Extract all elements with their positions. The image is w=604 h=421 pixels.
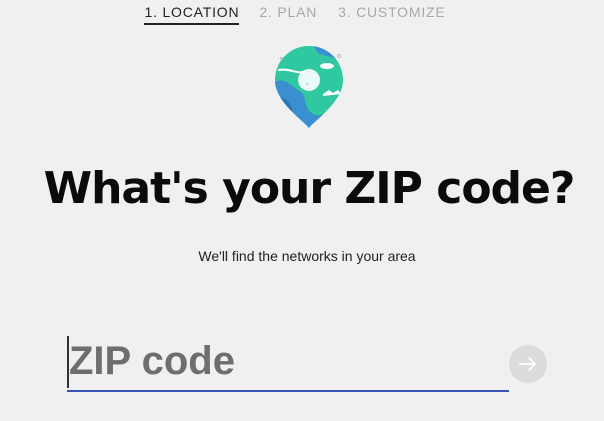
page-subtitle: We'll find the networks in your area <box>198 248 416 264</box>
submit-zip-button[interactable] <box>509 345 547 383</box>
step-progress-nav: 1. LOCATION 2. PLAN 3. CUSTOMIZE <box>0 4 604 25</box>
zip-code-page: 1. LOCATION 2. PLAN 3. CUSTOMIZE What's … <box>0 0 604 421</box>
zip-field-container <box>67 334 509 392</box>
zip-code-input[interactable] <box>67 334 509 388</box>
step-location[interactable]: 1. LOCATION <box>144 4 240 25</box>
step-customize[interactable]: 3. CUSTOMIZE <box>338 4 445 25</box>
text-caret <box>67 336 69 388</box>
step-plan[interactable]: 2. PLAN <box>259 4 317 25</box>
location-globe-pin-icon <box>275 46 343 128</box>
arrow-right-icon <box>519 357 536 371</box>
page-title: What's your ZIP code? <box>43 163 576 214</box>
